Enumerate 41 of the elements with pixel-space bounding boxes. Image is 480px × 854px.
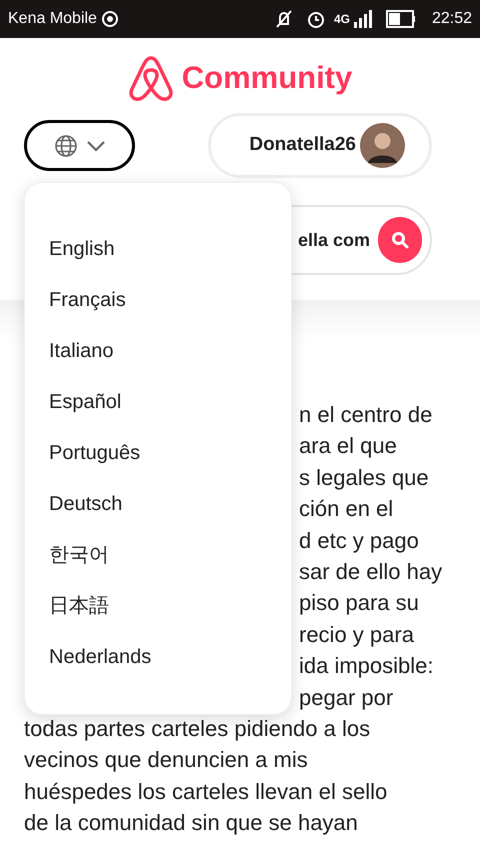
network-type: 4G	[334, 13, 350, 25]
chevron-down-icon	[86, 140, 106, 152]
language-option[interactable]: Português	[25, 427, 291, 478]
post-text-line: ida imposible:	[299, 652, 434, 680]
post-text-line: todas partes carteles pidiendo a los	[24, 715, 370, 744]
post-text-line: d etc y pago	[299, 526, 419, 555]
post-text-line: n el centro de	[299, 401, 432, 429]
language-option[interactable]: Deutsch	[25, 478, 291, 529]
post-text-line: ara el que	[299, 432, 397, 460]
logo-text: Community	[182, 58, 352, 97]
language-option[interactable]: 日本語	[25, 580, 291, 631]
language-option[interactable]: Italiano	[25, 325, 291, 376]
user-menu-button[interactable]: Donatella26	[208, 113, 432, 178]
signal-icon	[354, 10, 374, 28]
language-option[interactable]: English	[25, 223, 291, 274]
carrier-name: Kena Mobile	[8, 9, 97, 29]
post-text-line: de la comunidad sin que se hayan	[24, 809, 358, 838]
globe-icon	[54, 134, 78, 158]
mute-icon	[274, 9, 294, 29]
avatar	[360, 123, 405, 168]
language-option[interactable]: 한국어	[25, 529, 291, 580]
airbnb-logo-icon	[128, 54, 174, 102]
language-option[interactable]: Nederlands	[25, 631, 291, 682]
search-field[interactable]: ella com	[298, 226, 378, 254]
post-text-line: pegar por	[299, 684, 394, 712]
language-option[interactable]: Français	[25, 274, 291, 325]
post-text-line: recio y para	[299, 620, 414, 649]
clock-time: 22:52	[432, 9, 472, 29]
post-text-line: sar de ello hay	[299, 558, 442, 586]
language-option[interactable]: Español	[25, 376, 291, 427]
alarm-icon	[306, 9, 326, 29]
hotspot-icon	[100, 10, 119, 28]
post-text-line: huéspedes los carteles llevan el sello	[24, 778, 388, 806]
language-button[interactable]	[24, 120, 135, 171]
post-text-line: ción en el	[299, 495, 394, 524]
search-button[interactable]	[378, 217, 422, 263]
post-text-line: piso para su	[299, 589, 419, 618]
post-text-line: vecinos que denuncien a mis	[24, 746, 308, 774]
search-icon	[391, 231, 409, 249]
post-text-line: s legales que	[299, 464, 429, 492]
battery-icon	[386, 10, 416, 28]
